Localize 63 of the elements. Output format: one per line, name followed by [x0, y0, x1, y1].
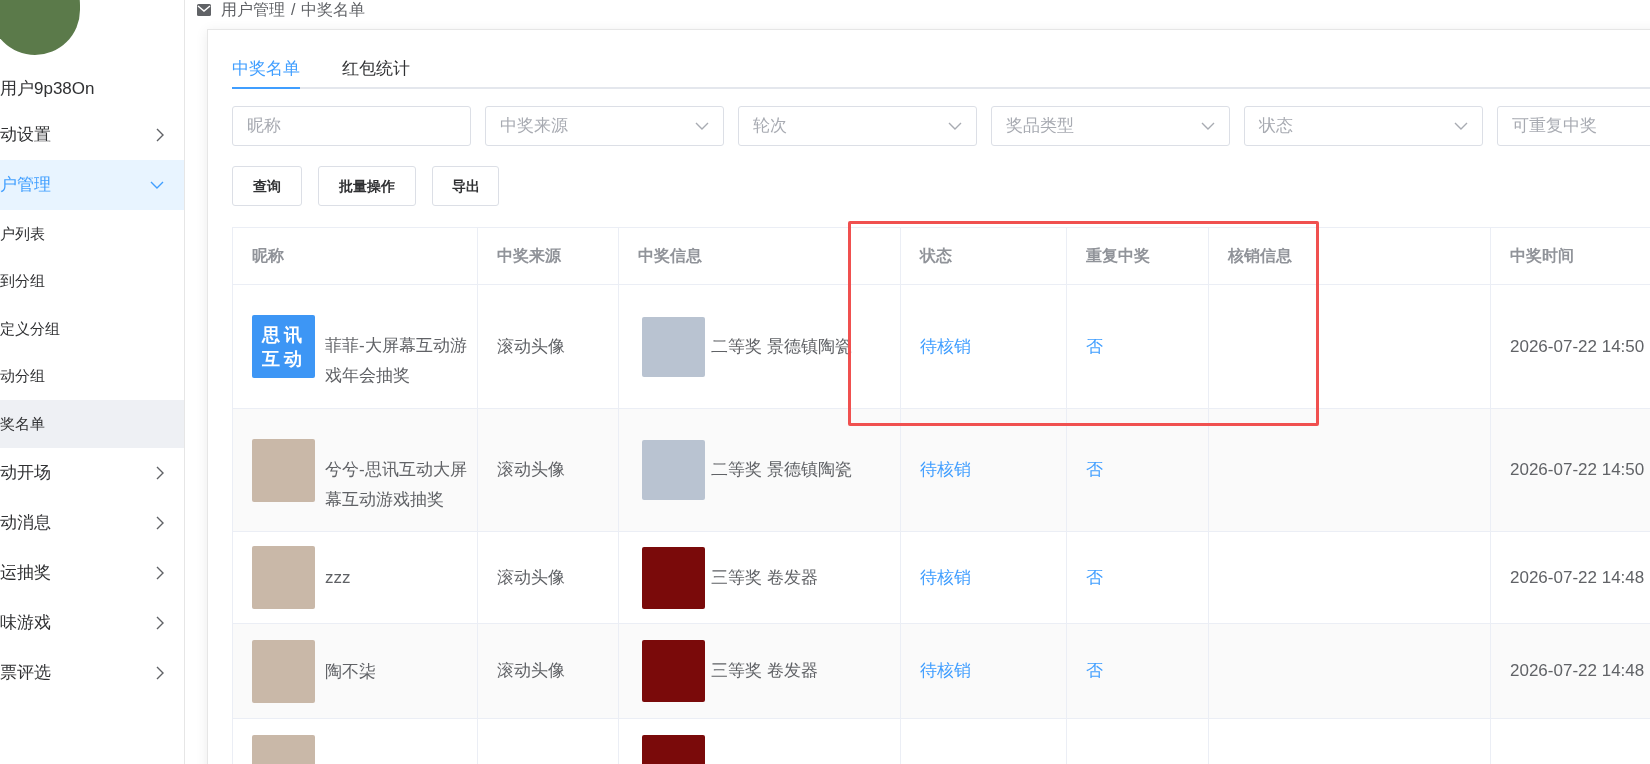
prize-text: 三等奖 卷发器 [711, 566, 818, 589]
nickname-text: 陶不柒 [325, 661, 376, 681]
submenu-item[interactable]: 奖名单 [0, 400, 184, 448]
time-text: 2026-07-22 14:48 [1510, 661, 1645, 681]
chevron-icon [156, 665, 164, 680]
chevron-icon [1201, 122, 1215, 130]
action-button[interactable]: 查询 [232, 166, 302, 206]
column-header: 中奖时间 [1490, 227, 1650, 285]
chevron-icon [156, 128, 164, 142]
menu-item[interactable]: 味游戏 [0, 597, 184, 648]
submenu-item[interactable]: 定义分组 [0, 305, 184, 353]
repeat-text: 否 [1086, 336, 1103, 356]
nickname-text: zzz [325, 568, 351, 587]
column-header: 中奖来源 [477, 227, 619, 285]
breadcrumb-item[interactable]: 中奖名单 [301, 0, 366, 22]
menu-item[interactable]: 票评选 [0, 647, 184, 698]
source-text: 滚动头像 [497, 336, 565, 356]
chevron-icon [1454, 122, 1468, 130]
time-text: 2026-07-22 14:48 [1510, 567, 1645, 587]
prize-text: 三等奖 卷发器 [711, 660, 818, 683]
prize-text: 二等奖 景德镇陶瓷 [711, 459, 852, 482]
repeat-text: 否 [1086, 460, 1103, 480]
column-header: 核销信息 [1208, 227, 1491, 285]
avatar-photo [252, 546, 315, 609]
column-header: 昵称 [232, 227, 478, 285]
user-name: 用户9p38On [0, 78, 96, 100]
submenu-item[interactable]: 到分组 [0, 257, 184, 305]
chevron-icon [695, 122, 709, 130]
nickname-text: 兮兮-思讯互动大屏幕互动游戏抽奖 [325, 459, 467, 509]
breadcrumb-separator: / [291, 0, 296, 20]
app-logo: 思讯 互动 [252, 315, 315, 378]
menu-item[interactable]: 动设置 [0, 110, 184, 160]
chevron-icon [150, 181, 164, 189]
chevron-icon [156, 515, 164, 530]
menu-item[interactable]: 动开场 [0, 447, 184, 498]
column-header: 状态 [900, 227, 1067, 285]
source-text: 滚动头像 [497, 661, 565, 681]
repeat-text: 否 [1086, 661, 1103, 681]
avatar-photo [252, 639, 315, 703]
submenu-item[interactable]: 户列表 [0, 210, 184, 258]
column-header: 重复中奖 [1066, 227, 1209, 285]
column-header: 中奖信息 [618, 227, 901, 285]
chevron-icon [156, 465, 164, 480]
action-button[interactable]: 导出 [432, 166, 499, 206]
time-text: 2026-07-22 14:50 [1510, 460, 1645, 480]
menu-item[interactable]: 运抽奖 [0, 547, 184, 598]
input-field[interactable]: 可重复中奖 [1497, 106, 1650, 146]
tab[interactable]: 红包统计 [342, 50, 410, 89]
chevron-icon [156, 565, 164, 580]
repeat-text: 否 [1086, 567, 1103, 587]
mail-icon [197, 4, 211, 16]
breadcrumb-item[interactable]: 用户管理 [221, 0, 285, 22]
time-text: 2026-07-22 14:50 [1510, 336, 1645, 356]
source-text: 滚动头像 [497, 567, 565, 587]
chevron-icon [156, 615, 164, 630]
action-button[interactable]: 批量操作 [318, 166, 416, 206]
submenu-item[interactable]: 动分组 [0, 352, 184, 400]
nickname-text: 菲菲-大屏幕互动游戏年会抽奖 [325, 336, 467, 385]
menu-item[interactable]: 动消息 [0, 497, 184, 548]
source-text: 滚动头像 [497, 460, 565, 480]
input-field[interactable]: 昵称 [232, 106, 471, 146]
chevron-icon [948, 122, 962, 130]
avatar-photo [252, 438, 315, 502]
